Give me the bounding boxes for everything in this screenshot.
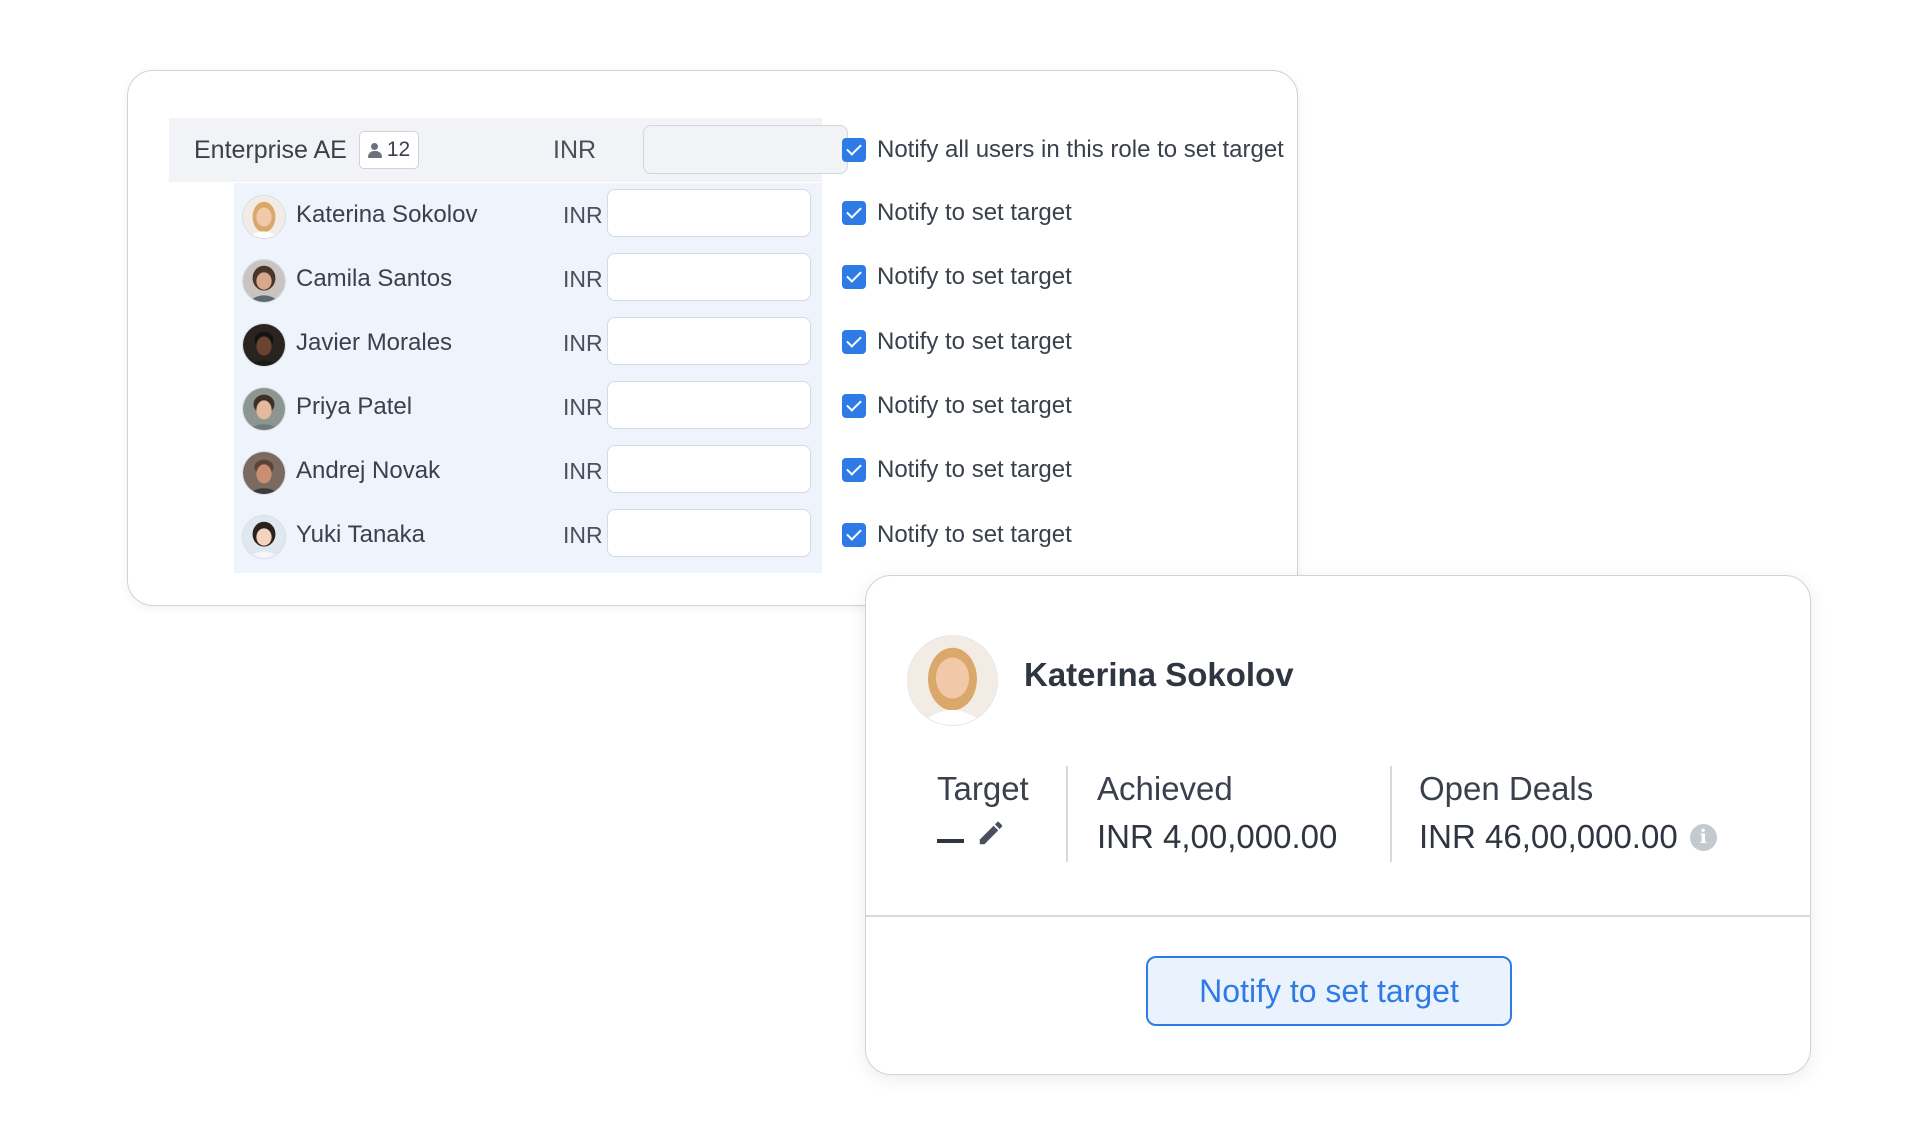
member-target-input[interactable] bbox=[607, 253, 811, 301]
achieved-stat: Achieved INR 4,00,000.00 bbox=[1097, 770, 1337, 856]
member-row: Katerina Sokolov INR bbox=[234, 183, 822, 247]
info-icon[interactable]: i bbox=[1689, 823, 1717, 851]
member-row: Javier Morales INR bbox=[234, 311, 822, 375]
notify-role-checkbox[interactable] bbox=[842, 138, 866, 162]
person-icon bbox=[367, 142, 382, 158]
target-stat: Target bbox=[937, 770, 1029, 848]
achieved-label: Achieved bbox=[1097, 770, 1233, 807]
member-list: Katerina Sokolov INR Camila Santos INR J… bbox=[234, 183, 822, 573]
open-deals-stat: Open Deals INR 46,00,000.00 i bbox=[1419, 770, 1717, 856]
member-currency-label: INR bbox=[563, 393, 603, 420]
notify-member-checkbox[interactable] bbox=[842, 330, 866, 354]
avatar bbox=[242, 515, 286, 559]
notify-member-checkbox[interactable] bbox=[842, 201, 866, 225]
member-count-badge: 12 bbox=[358, 131, 420, 169]
notify-member-option[interactable]: Notify to set target bbox=[842, 257, 1072, 297]
notify-member-option[interactable]: Notify to set target bbox=[842, 386, 1072, 426]
target-value bbox=[937, 818, 1029, 848]
notify-role-label: Notify all users in this role to set tar… bbox=[877, 136, 1284, 163]
member-row: Yuki Tanaka INR bbox=[234, 503, 822, 567]
member-currency-label: INR bbox=[563, 265, 603, 292]
notify-member-option[interactable]: Notify to set target bbox=[842, 515, 1072, 555]
notify-role-option[interactable]: Notify all users in this role to set tar… bbox=[842, 130, 1284, 170]
avatar bbox=[242, 323, 286, 367]
avatar bbox=[242, 451, 286, 495]
member-currency-label: INR bbox=[563, 201, 603, 228]
notify-member-label: Notify to set target bbox=[877, 263, 1072, 290]
member-target-input[interactable] bbox=[607, 381, 811, 429]
member-name: Javier Morales bbox=[296, 329, 453, 356]
pencil-icon[interactable] bbox=[976, 818, 1006, 848]
achieved-value: INR 4,00,000.00 bbox=[1097, 818, 1338, 855]
open-deals-value-row: INR 46,00,000.00 i bbox=[1419, 818, 1717, 856]
notify-member-checkbox[interactable] bbox=[842, 394, 866, 418]
card-user-name: Katerina Sokolov bbox=[1024, 656, 1294, 693]
role-target-input[interactable] bbox=[643, 125, 848, 174]
member-target-input[interactable] bbox=[607, 317, 811, 365]
avatar bbox=[242, 259, 286, 303]
member-currency-label: INR bbox=[563, 457, 603, 484]
member-name: Camila Santos bbox=[296, 265, 453, 292]
open-deals-value: INR 46,00,000.00 bbox=[1419, 818, 1678, 855]
notify-to-set-target-button[interactable]: Notify to set target bbox=[1146, 956, 1512, 1026]
member-target-input[interactable] bbox=[607, 189, 811, 237]
member-row: Priya Patel INR bbox=[234, 375, 822, 439]
stat-divider bbox=[1390, 766, 1392, 862]
role-name: Enterprise AE bbox=[194, 135, 347, 164]
avatar bbox=[907, 635, 998, 726]
stat-divider bbox=[1066, 766, 1068, 862]
notify-member-label: Notify to set target bbox=[877, 328, 1072, 355]
notify-member-label: Notify to set target bbox=[877, 199, 1072, 226]
open-deals-label: Open Deals bbox=[1419, 770, 1594, 807]
notify-member-option[interactable]: Notify to set target bbox=[842, 193, 1072, 233]
avatar bbox=[242, 387, 286, 431]
member-name: Yuki Tanaka bbox=[296, 521, 425, 548]
notify-member-label: Notify to set target bbox=[877, 521, 1072, 548]
role-row: Enterprise AE 12 INR bbox=[169, 118, 848, 182]
role-currency-label: INR bbox=[553, 135, 597, 164]
notify-member-checkbox[interactable] bbox=[842, 265, 866, 289]
member-count: 12 bbox=[386, 138, 411, 161]
empty-value-dash bbox=[937, 839, 964, 843]
role-target-panel: Enterprise AE 12 INR Notify all users in… bbox=[127, 70, 1298, 606]
card-divider bbox=[866, 915, 1810, 917]
member-currency-label: INR bbox=[563, 521, 603, 548]
user-target-card: Katerina Sokolov Target Achieved INR 4,0… bbox=[865, 575, 1811, 1075]
notify-member-option[interactable]: Notify to set target bbox=[842, 322, 1072, 362]
notify-member-option[interactable]: Notify to set target bbox=[842, 450, 1072, 490]
member-row: Camila Santos INR bbox=[234, 247, 822, 311]
target-label: Target bbox=[937, 770, 1029, 807]
member-name: Priya Patel bbox=[296, 393, 413, 420]
avatar bbox=[242, 195, 286, 239]
member-name: Andrej Novak bbox=[296, 457, 441, 484]
notify-member-checkbox[interactable] bbox=[842, 458, 866, 482]
notify-member-label: Notify to set target bbox=[877, 392, 1072, 419]
member-target-input[interactable] bbox=[607, 445, 811, 493]
member-currency-label: INR bbox=[563, 329, 603, 356]
member-row: Andrej Novak INR bbox=[234, 439, 822, 503]
member-name: Katerina Sokolov bbox=[296, 201, 478, 228]
notify-member-checkbox[interactable] bbox=[842, 523, 866, 547]
member-target-input[interactable] bbox=[607, 509, 811, 557]
notify-member-label: Notify to set target bbox=[877, 456, 1072, 483]
